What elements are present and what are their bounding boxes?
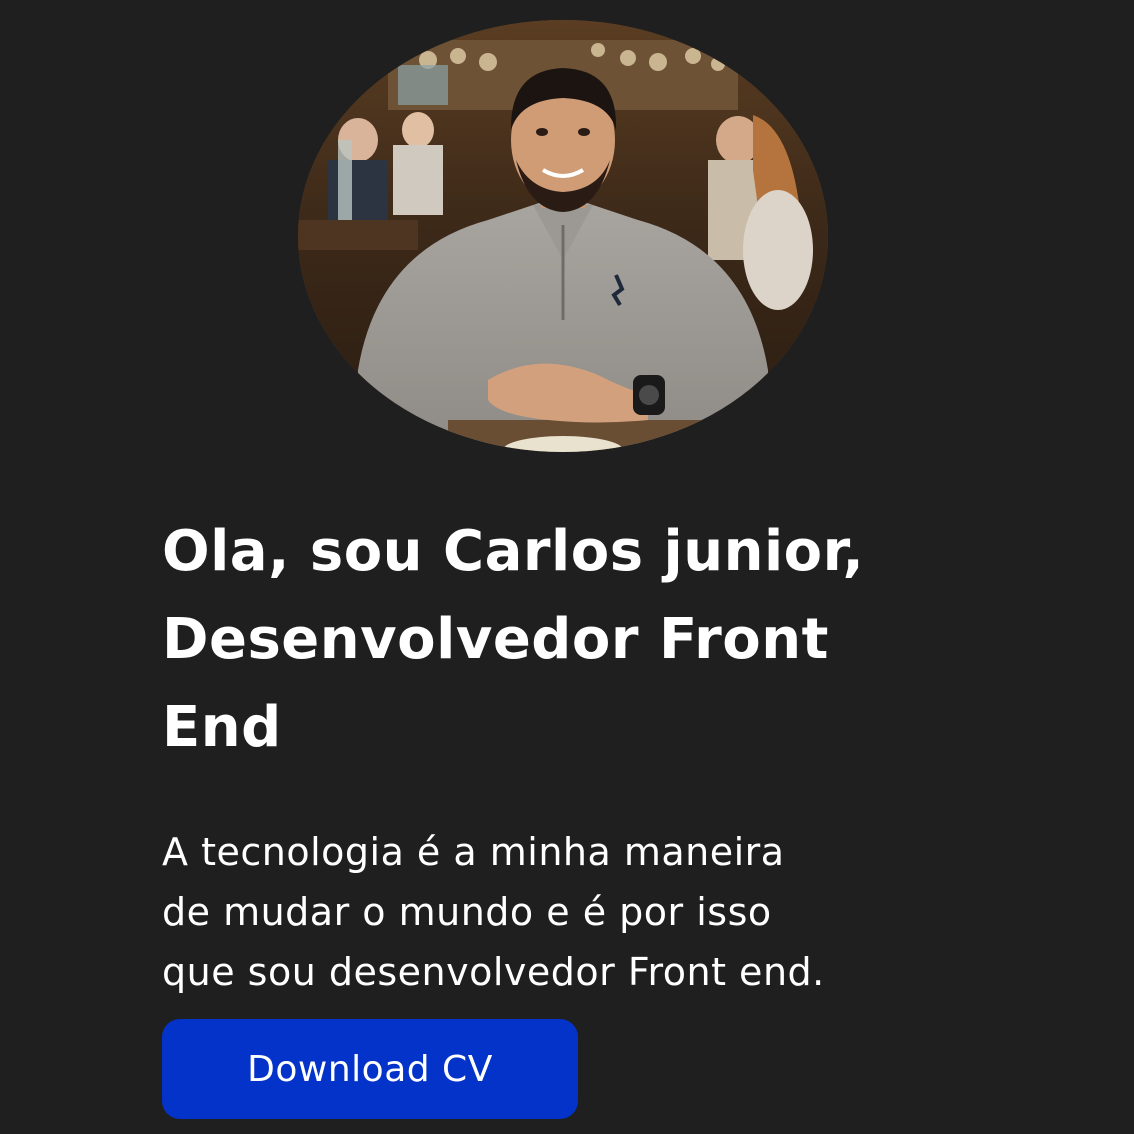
headline-line: End xyxy=(162,695,282,760)
description-line: que sou desenvolvedor Front end. xyxy=(162,950,825,994)
description-line: de mudar o mundo e é por isso xyxy=(162,890,772,934)
headline-line: Ola, sou Carlos junior, xyxy=(162,519,865,584)
download-cv-button[interactable]: Download CV xyxy=(162,1019,578,1119)
intro-section: Ola, sou Carlos junior, Desenvolvedor Fr… xyxy=(162,508,1042,772)
profile-photo-image xyxy=(298,20,828,452)
page: Ola, sou Carlos junior, Desenvolvedor Fr… xyxy=(0,0,1134,1134)
description: A tecnologia é a minha maneira de mudar … xyxy=(162,822,1062,1002)
headline-line: Desenvolvedor Front xyxy=(162,607,829,672)
description-line: A tecnologia é a minha maneira xyxy=(162,830,785,874)
headline: Ola, sou Carlos junior, Desenvolvedor Fr… xyxy=(162,508,1042,772)
profile-photo xyxy=(298,20,828,452)
